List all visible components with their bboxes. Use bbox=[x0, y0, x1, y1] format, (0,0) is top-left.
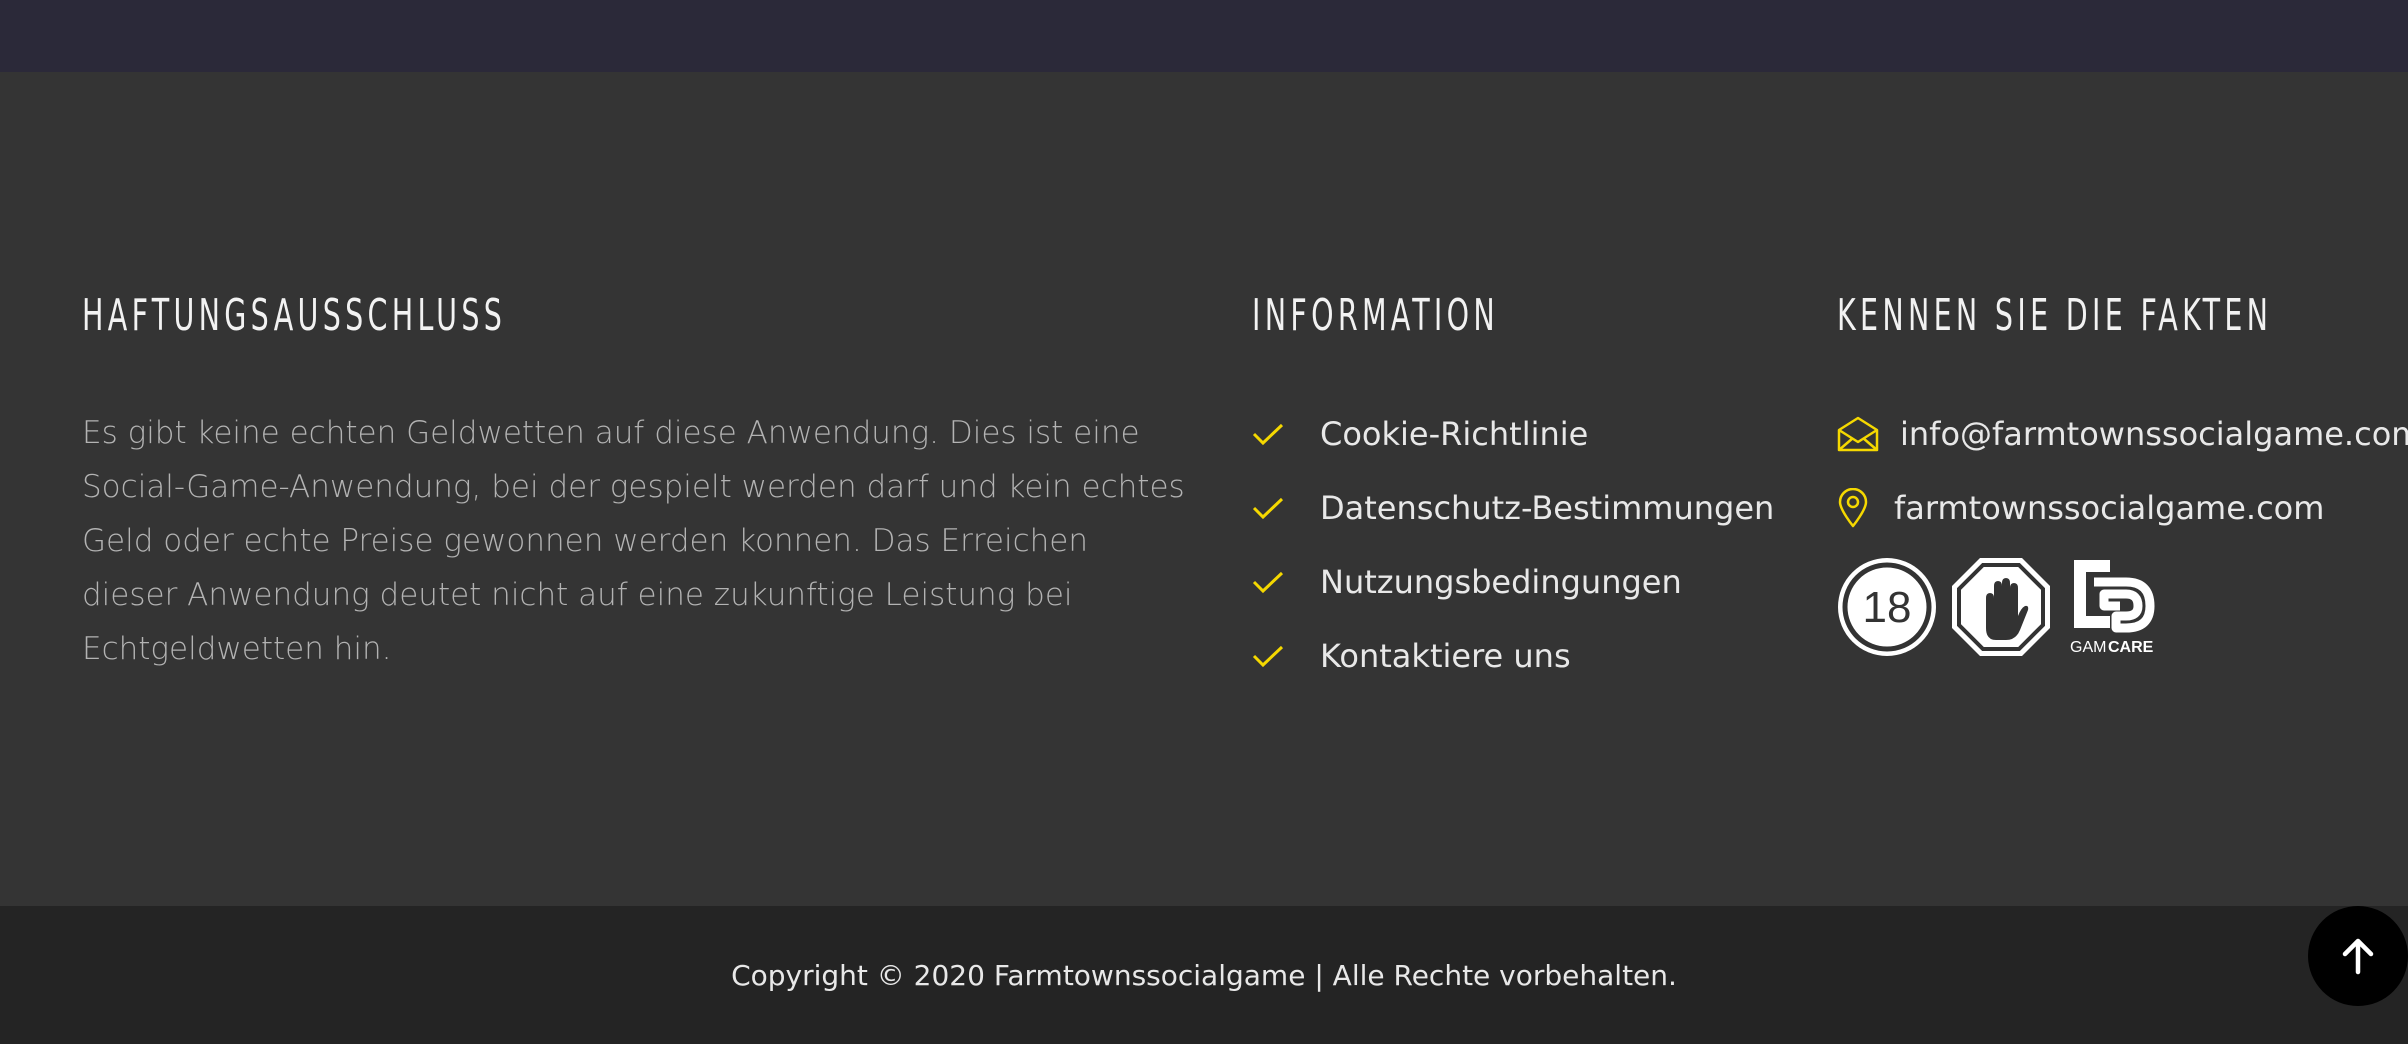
link-label: Datenschutz-Bestimmungen bbox=[1320, 489, 1775, 527]
email-label: info@farmtownssocialgame.com bbox=[1900, 415, 2408, 453]
email-link[interactable]: info@farmtownssocialgame.com bbox=[1836, 406, 2408, 462]
copyright-text: Copyright © 2020 Farmtownssocialgame | A… bbox=[731, 959, 1677, 992]
terms-of-use-link[interactable]: Nutzungsbedingungen bbox=[1252, 554, 1774, 628]
stop-hand-badge bbox=[1952, 558, 2050, 656]
envelope-icon bbox=[1836, 416, 1900, 452]
responsible-gaming-badges: 18 GAM CARE bbox=[1836, 556, 2160, 658]
age-18-text: 18 bbox=[1863, 583, 1912, 632]
link-label: Nutzungsbedingungen bbox=[1320, 563, 1682, 601]
information-heading: INFORMATION bbox=[1252, 290, 1500, 341]
gamcare-text-a: GAM bbox=[2070, 639, 2106, 656]
arrow-up-icon bbox=[2342, 938, 2374, 975]
top-band bbox=[0, 0, 2408, 72]
map-pin-icon bbox=[1836, 488, 1894, 528]
disclaimer-text: Es gibt keine echten Geldwetten auf dies… bbox=[82, 415, 1185, 667]
privacy-policy-link[interactable]: Datenschutz-Bestimmungen bbox=[1252, 480, 1774, 554]
check-icon bbox=[1252, 480, 1288, 536]
scroll-to-top-button[interactable] bbox=[2308, 906, 2408, 1006]
information-links: Cookie-Richtlinie Datenschutz-Bestimmung… bbox=[1252, 406, 1774, 702]
gamcare-text-b: CARE bbox=[2108, 639, 2154, 656]
disclaimer-heading: HAFTUNGSAUSSCHLUSS bbox=[82, 290, 507, 341]
check-icon bbox=[1252, 628, 1288, 684]
gamcare-badge: GAM CARE bbox=[2070, 560, 2155, 656]
website-label: farmtownssocialgame.com bbox=[1894, 489, 2325, 527]
contact-us-link[interactable]: Kontaktiere uns bbox=[1252, 628, 1774, 702]
facts-heading: KENNEN SIE DIE FAKTEN bbox=[1837, 290, 2273, 341]
cookie-policy-link[interactable]: Cookie-Richtlinie bbox=[1252, 406, 1774, 480]
check-icon bbox=[1252, 406, 1288, 462]
age-18-badge: 18 bbox=[1838, 558, 1936, 656]
check-icon bbox=[1252, 554, 1288, 610]
link-label: Kontaktiere uns bbox=[1320, 637, 1571, 675]
website-link[interactable]: farmtownssocialgame.com bbox=[1836, 480, 2324, 536]
link-label: Cookie-Richtlinie bbox=[1320, 415, 1589, 453]
